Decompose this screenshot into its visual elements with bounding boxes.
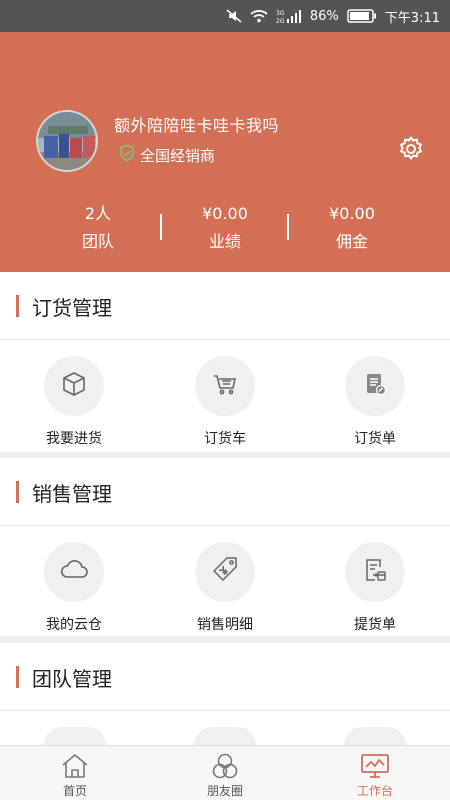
status-bar: 3G 2G 86% 下午3:11 [0,0,450,32]
sales-detail-button[interactable]: 销售明细 [170,542,280,634]
order-list-icon [361,370,389,402]
tab-workbench-label: 工作台 [356,784,393,798]
stat-performance-value: ¥0.00 [202,204,248,223]
stat-performance-label: 业绩 [208,232,241,251]
user-role: 全国经销商 [118,144,215,166]
battery-icon [347,9,377,23]
section-title: 订货管理 [32,296,112,320]
monitor-icon [360,752,390,780]
section-header: 销售管理 [0,458,450,526]
section-accent-bar [16,666,19,688]
pickup-list-icon [361,556,389,588]
avatar[interactable] [36,110,98,172]
section-header: 订货管理 [0,272,450,340]
order-list-label: 订货单 [354,431,396,447]
cloud-warehouse-button[interactable]: 我的云仓 [19,542,129,634]
order-cart-button[interactable]: 订货车 [170,356,280,448]
cart-icon [211,370,239,402]
order-list-button[interactable]: 订货单 [320,356,430,448]
cube-icon [60,370,88,402]
section-title: 团队管理 [32,667,112,691]
restock-label: 我要进货 [46,431,102,447]
stat-performance[interactable]: ¥0.00 业绩 [165,200,285,256]
stat-divider [287,214,289,240]
stat-team[interactable]: 2人 团队 [38,200,158,256]
pickup-list-button[interactable]: 提货单 [320,542,430,634]
clock: 下午3:11 [384,10,440,26]
stat-divider [160,214,162,240]
circles-icon [210,752,240,780]
battery-percent: 86% [309,8,339,24]
stat-team-label: 团队 [81,232,114,251]
tab-moments[interactable]: 朋友圈 [150,746,300,800]
tab-home[interactable]: 首页 [0,746,150,800]
tab-home-label: 首页 [62,784,87,798]
home-icon [60,752,90,780]
settings-gear-icon[interactable] [396,134,426,164]
restock-button[interactable]: 我要进货 [19,356,129,448]
stat-team-value: 2人 [84,204,112,223]
user-name: 额外陪陪哇卡哇卡我吗 [114,116,280,135]
price-tag-icon [210,555,240,589]
cloud-warehouse-label: 我的云仓 [46,617,102,633]
sales-detail-label: 销售明细 [197,617,253,633]
tab-moments-label: 朋友圈 [206,784,243,798]
stat-commission-value: ¥0.00 [329,204,375,223]
verified-shield-icon [118,144,136,166]
user-role-label: 全国经销商 [140,146,216,165]
profile-header: 额外陪陪哇卡哇卡我吗 全国经销商 2人 团队 ¥0.00 业绩 ¥0.00 佣金 [0,32,450,272]
stat-commission[interactable]: ¥0.00 佣金 [292,200,412,256]
order-cart-label: 订货车 [204,431,246,447]
wifi-icon [250,9,268,23]
sales-management-section: 销售管理 我的云仓 销售明细 提货单 [0,458,450,636]
team-item-circle[interactable] [194,727,256,745]
stat-commission-label: 佣金 [335,232,368,251]
pickup-list-label: 提货单 [354,617,396,633]
order-management-section: 订货管理 我要进货 订货车 订货单 [0,272,450,452]
team-item-circle[interactable] [44,727,106,745]
tab-workbench[interactable]: 工作台 [300,746,450,800]
team-management-section: 团队管理 [0,643,450,745]
team-item-circle[interactable] [344,727,406,745]
svg-text:2G: 2G [276,18,285,24]
network-signal-icon: 3G 2G [276,8,302,24]
stats-row: 2人 团队 ¥0.00 业绩 ¥0.00 佣金 [0,200,450,260]
section-accent-bar [16,295,19,317]
bottom-tab-bar: 首页 朋友圈 工作台 [0,745,450,800]
cloud-icon [59,556,89,588]
section-title: 销售管理 [32,482,112,506]
section-header: 团队管理 [0,643,450,711]
svg-text:3G: 3G [276,10,285,17]
mute-icon [226,8,242,24]
section-accent-bar [16,481,19,503]
